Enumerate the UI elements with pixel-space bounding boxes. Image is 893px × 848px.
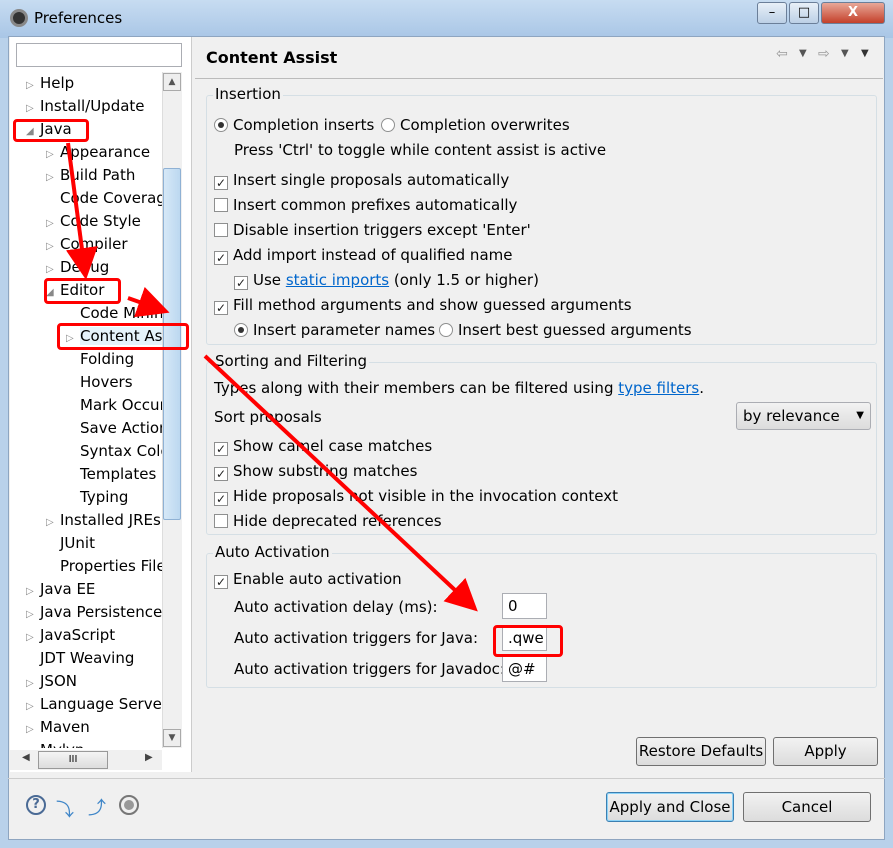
- annotation-arrows: [66, 142, 478, 612]
- annotation-arrow: [66, 142, 98, 280]
- annotation-arrow: [203, 354, 478, 612]
- annotation-arrow: [127, 286, 170, 318]
